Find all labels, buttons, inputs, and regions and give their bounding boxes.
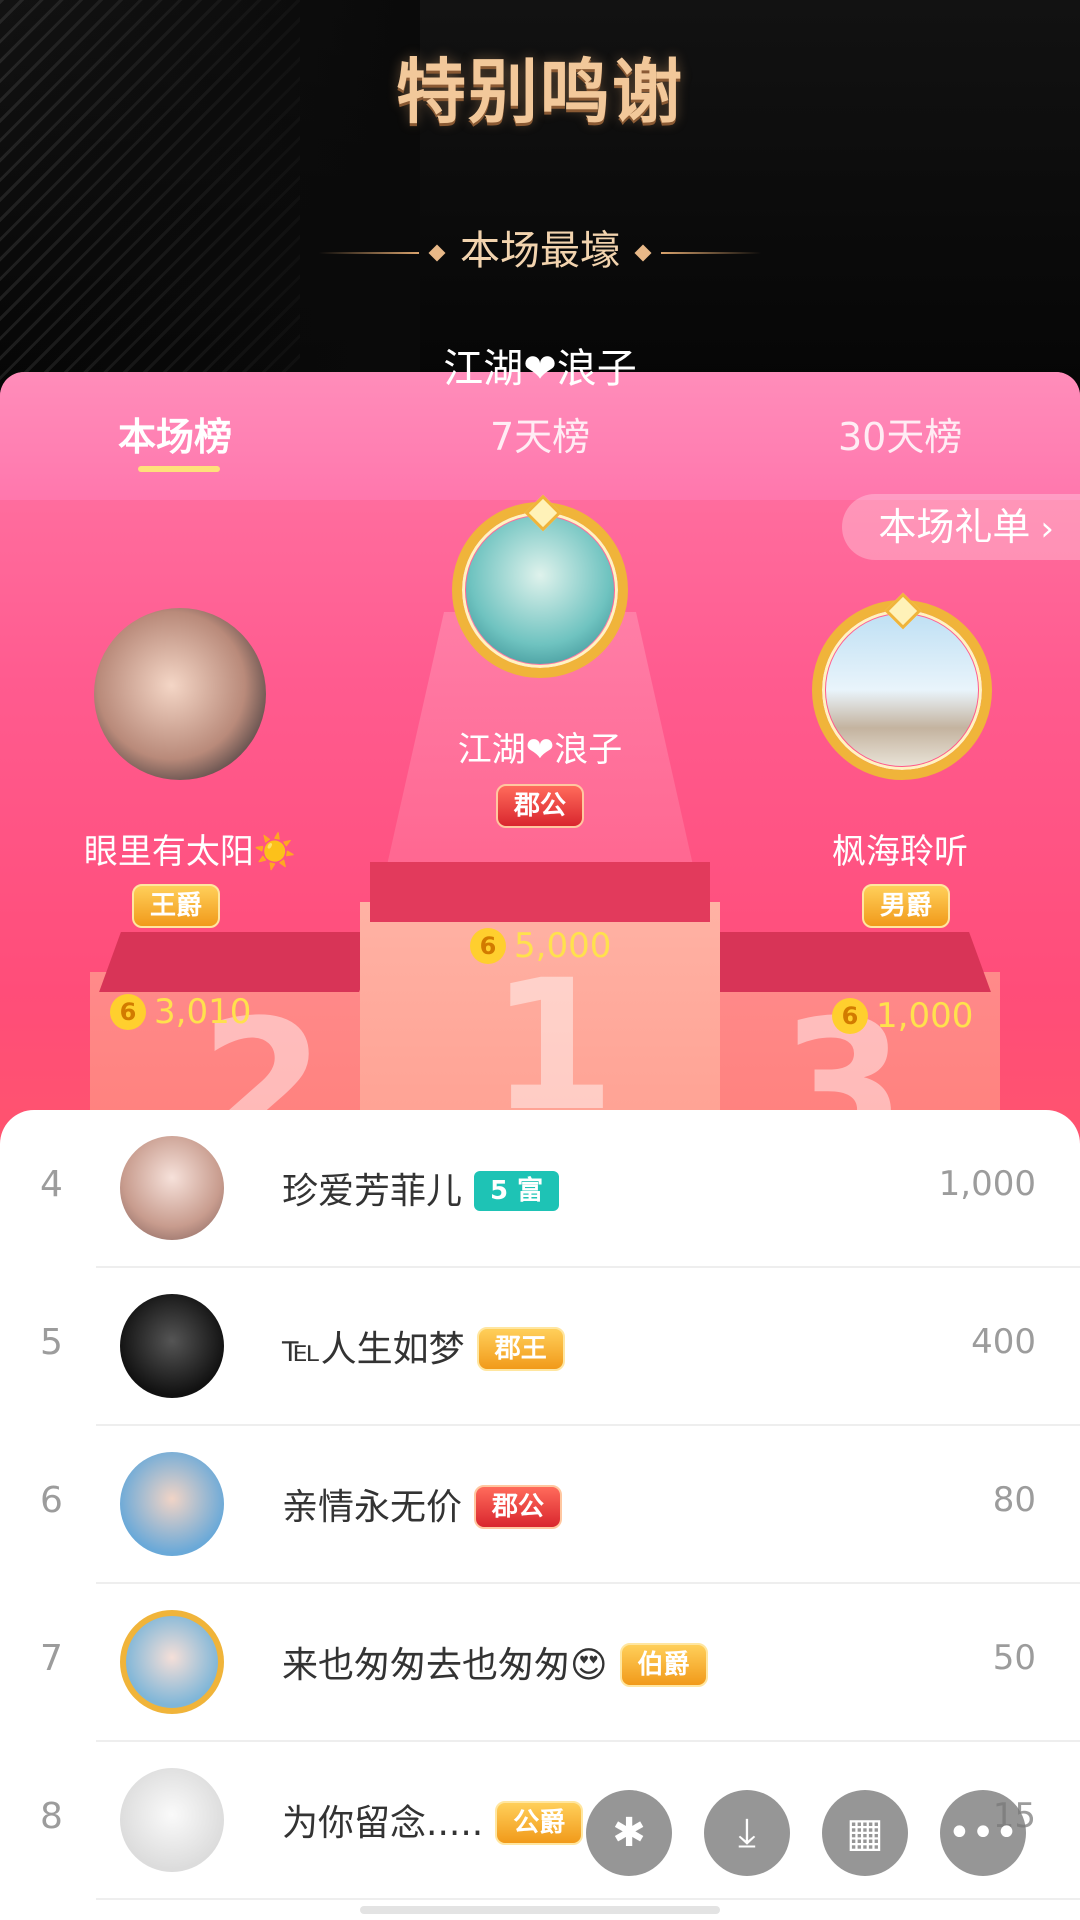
coin-icon: 6 (470, 927, 506, 964)
more-button[interactable]: ••• (940, 1790, 1026, 1876)
list-score: 50 (992, 1638, 1036, 1678)
rank-badge: 伯爵 (619, 1643, 708, 1687)
banner-subtitle-text: 本场最壕 (460, 228, 620, 274)
share-button[interactable]: ✱ (586, 1790, 672, 1876)
banner-top-name: 江湖❤浪子 (443, 346, 637, 392)
gift-list-button[interactable]: 本场礼单 › (842, 494, 1080, 560)
home-indicator (360, 1906, 720, 1914)
save-icon: ⤓ (738, 1810, 756, 1856)
first-amount: 6 5,000 (470, 924, 611, 966)
wealth-badge: 5 富 (474, 1171, 560, 1211)
rank-badge: 公爵 (495, 1801, 584, 1845)
third-name: 枫海聆听 (832, 832, 968, 872)
list-rank: 8 (40, 1796, 63, 1837)
list-item[interactable]: 7 来也匆匆去也匆匆😍 伯爵 50 (0, 1584, 1080, 1742)
second-avatar[interactable] (94, 608, 266, 780)
third-rank-badge: 男爵 (862, 884, 951, 928)
avatar[interactable] (120, 1452, 224, 1556)
podium-top-first (370, 862, 710, 922)
banner-subtitle: 本场最壕 (0, 218, 1080, 276)
avatar[interactable] (120, 1294, 224, 1398)
save-button[interactable]: ⤓ (704, 1790, 790, 1876)
list-score: 400 (971, 1322, 1036, 1362)
list-score: 80 (992, 1480, 1036, 1520)
divider (96, 1898, 1080, 1900)
grid-button[interactable]: ▦ (822, 1790, 908, 1876)
rank-badge: 郡公 (474, 1485, 563, 1529)
more-icon: ••• (947, 1810, 1019, 1856)
list-rank: 5 (40, 1322, 63, 1363)
banner-title: 特别鸣谢 (396, 51, 684, 133)
avatar[interactable] (120, 1610, 224, 1714)
third-avatar[interactable] (826, 614, 978, 766)
first-rank-badge: 郡公 (496, 784, 585, 828)
list-name: 珍爱芳菲儿 5 富 (282, 1162, 560, 1215)
coin-icon: 6 (110, 993, 146, 1030)
tab-7-days[interactable]: 7天榜 (490, 406, 590, 461)
list-name: 亲情永无价 郡公 (282, 1478, 563, 1533)
list-name: 来也匆匆去也匆匆😍 伯爵 (282, 1636, 708, 1691)
list-item[interactable]: 8 为你留念.....公爵 15 (0, 1742, 1080, 1900)
list-name: ℡人生如梦 郡王 (282, 1320, 565, 1375)
tab-30-days[interactable]: 30天榜 (838, 406, 962, 461)
first-avatar[interactable] (466, 516, 614, 664)
list-rank: 4 (40, 1164, 63, 1205)
list-item[interactable]: 4 珍爱芳菲儿 5 富 1,000 (0, 1110, 1080, 1268)
tab-current-session[interactable]: 本场榜 (118, 406, 232, 461)
thanks-banner: 特别鸣谢 本场最壕 江湖❤浪子 (0, 0, 1080, 420)
active-tab-indicator (138, 466, 220, 472)
rank-badge: 郡王 (476, 1327, 565, 1371)
third-amount: 6 1,000 (832, 994, 973, 1036)
list-score: 1,000 (938, 1164, 1036, 1204)
grid-icon: ▦ (846, 1810, 884, 1856)
list-rank: 6 (40, 1480, 63, 1521)
list-item[interactable]: 6 亲情永无价 郡公 80 (0, 1426, 1080, 1584)
first-amount-value: 5,000 (514, 925, 612, 966)
third-amount-value: 1,000 (876, 995, 974, 1036)
share-icon: ✱ (612, 1810, 646, 1856)
first-name: 江湖❤浪子 (457, 730, 623, 770)
list-rank: 7 (40, 1638, 63, 1679)
gift-list-label: 本场礼单 (878, 505, 1031, 549)
list-item[interactable]: 5 ℡人生如梦 郡王 400 (0, 1268, 1080, 1426)
list-name: 为你留念..... 公爵 (282, 1794, 584, 1849)
avatar[interactable] (120, 1768, 224, 1872)
avatar[interactable] (120, 1136, 224, 1240)
chevron-right-icon: › (1040, 509, 1054, 549)
second-amount-value: 3,010 (154, 991, 252, 1032)
second-rank-badge: 王爵 (132, 884, 221, 928)
second-amount: 6 3,010 (110, 990, 251, 1032)
ranking-list: 4 珍爱芳菲儿 5 富 1,000 5 ℡人生如梦 郡王 400 6 亲情永无价 郡公… (0, 1110, 1080, 1920)
second-name: 眼里有太阳☀️ (83, 832, 297, 872)
coin-icon: 6 (832, 997, 868, 1034)
